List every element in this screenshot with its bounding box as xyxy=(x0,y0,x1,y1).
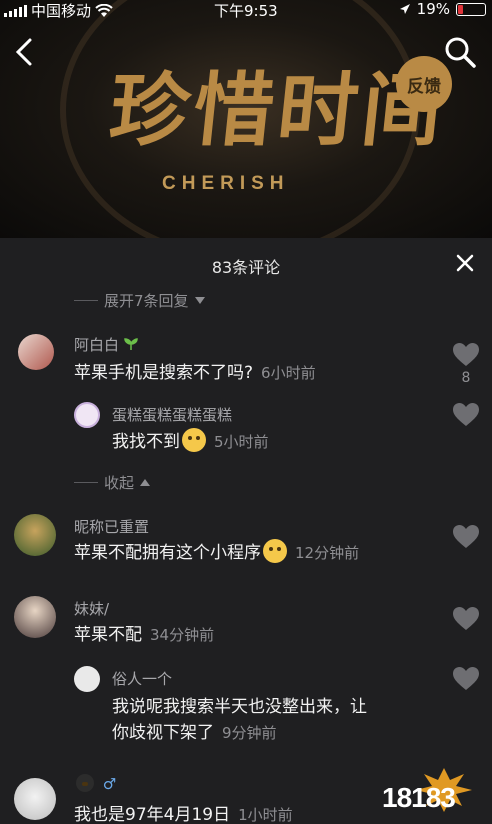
status-right: 19% xyxy=(399,0,486,18)
comment-sheet: 83条评论 展开7条回复 阿白白 苹果手机是搜索不了吗? 6小时前 8 蛋糕蛋糕蛋… xyxy=(0,238,492,824)
comment-time: 34分钟前 xyxy=(150,626,215,644)
comment-time: 12分钟前 xyxy=(295,544,360,562)
like-heart-icon[interactable] xyxy=(452,606,480,632)
close-button[interactable] xyxy=(454,252,476,274)
comment-time: 1小时前 xyxy=(238,806,293,824)
comment-time: 5小时前 xyxy=(214,433,269,451)
commenter-name[interactable]: 俗人一个 xyxy=(112,668,172,689)
expand-replies-button[interactable]: 展开7条回复 xyxy=(74,290,205,311)
battery-icon xyxy=(456,2,486,16)
avatar[interactable] xyxy=(14,514,56,556)
divider-dash xyxy=(74,300,98,301)
expand-replies-label: 展开7条回复 xyxy=(104,292,189,310)
commenter-name[interactable]: 阿白白 xyxy=(74,334,138,355)
avatar[interactable] xyxy=(14,778,56,820)
commenter-name[interactable]: 妹妹/ xyxy=(74,598,109,619)
battery-percent: 19% xyxy=(416,0,450,18)
sunglasses-emoji-icon xyxy=(76,774,94,792)
like-heart-icon[interactable] xyxy=(452,402,480,428)
avatar[interactable] xyxy=(14,596,56,638)
avatar[interactable] xyxy=(18,334,54,370)
comment-text[interactable]: 你歧视下架了 9分钟前 xyxy=(112,718,277,748)
clock: 下午9:53 xyxy=(214,2,278,20)
commenter-name[interactable]: 昵称已重置 xyxy=(74,516,149,537)
comment-text[interactable]: 苹果不配 34分钟前 xyxy=(74,620,214,650)
laughing-emoji-icon xyxy=(182,428,206,452)
commenter-name[interactable]: ♂ xyxy=(74,774,116,793)
like-count: 8 xyxy=(461,370,471,386)
collapse-replies-label: 收起 xyxy=(104,474,135,492)
search-button[interactable] xyxy=(442,34,478,70)
comment-time: 6小时前 xyxy=(261,364,316,382)
comment-text[interactable]: 苹果手机是搜索不了吗? 6小时前 xyxy=(74,358,316,388)
hero-subtitle: CHERISH xyxy=(162,173,290,194)
carrier-info: 中国移动 xyxy=(4,0,113,21)
wifi-icon xyxy=(95,3,113,17)
divider-dash xyxy=(74,482,98,483)
chevron-down-icon xyxy=(194,297,205,304)
comment-count-title: 83条评论 xyxy=(211,258,281,277)
status-bar: 中国移动 下午9:53 19% xyxy=(0,0,492,21)
collapse-replies-button[interactable]: 收起 xyxy=(74,472,151,493)
like-heart-icon[interactable] xyxy=(452,524,480,550)
sprout-icon xyxy=(124,338,138,350)
comment-text[interactable]: 我也是97年4月19日 1小时前 xyxy=(74,800,293,824)
video-header[interactable]: 珍惜时间 CHERISH 反馈 xyxy=(0,0,492,238)
pleading-emoji-icon xyxy=(263,539,287,563)
avatar[interactable] xyxy=(74,666,100,692)
comment-text[interactable]: 我找不到 5小时前 xyxy=(112,427,269,457)
back-button[interactable] xyxy=(10,34,40,70)
location-icon xyxy=(399,4,410,14)
gender-male-icon: ♂ xyxy=(102,775,117,793)
commenter-name[interactable]: 蛋糕蛋糕蛋糕蛋糕 xyxy=(112,404,232,425)
comment-time: 9分钟前 xyxy=(222,724,277,742)
signal-icon xyxy=(4,4,27,17)
avatar[interactable] xyxy=(74,402,100,428)
carrier-name: 中国移动 xyxy=(31,2,92,20)
like-heart-icon[interactable] xyxy=(452,342,480,368)
like-heart-icon[interactable] xyxy=(452,666,480,692)
watermark-text: 18183 xyxy=(382,782,456,813)
chevron-up-icon xyxy=(140,479,151,486)
comment-text[interactable]: 苹果不配拥有这个小程序 12分钟前 xyxy=(74,538,359,568)
